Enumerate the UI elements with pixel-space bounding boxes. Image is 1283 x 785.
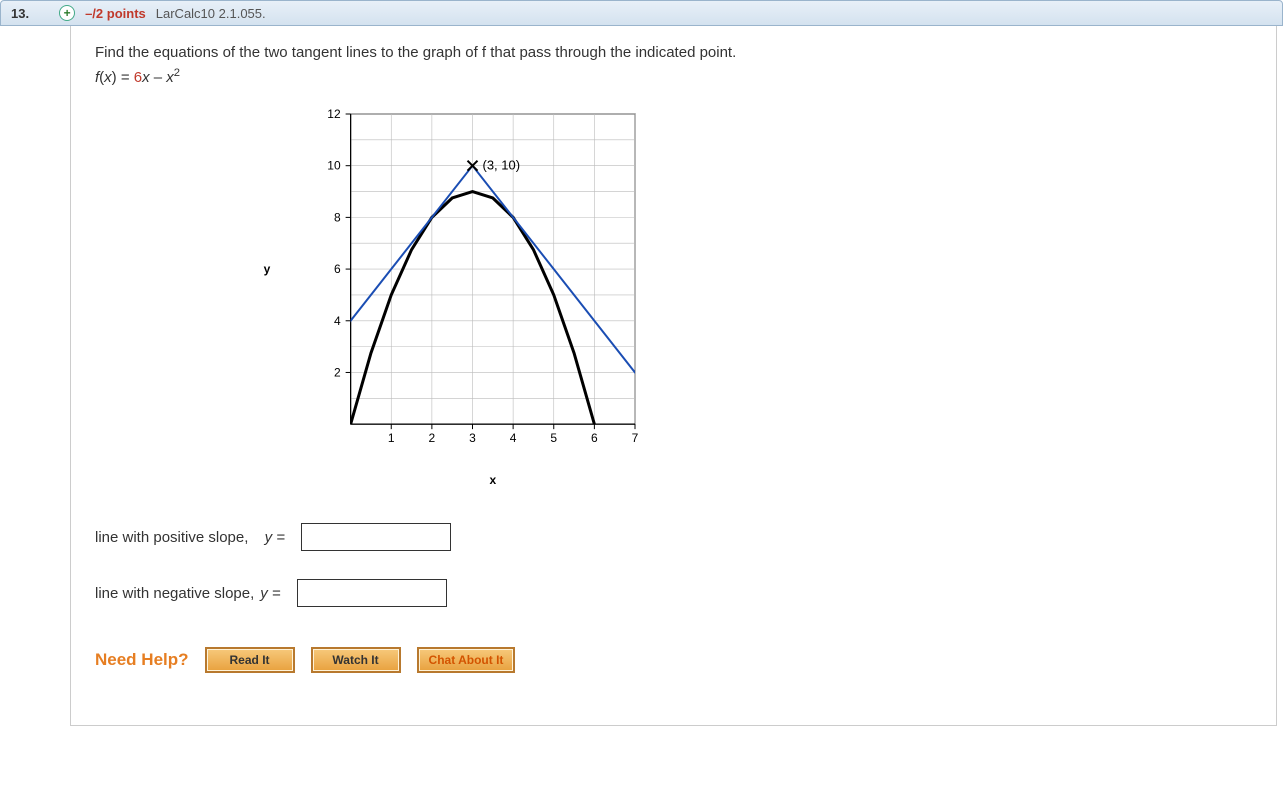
plus-icon[interactable]: + bbox=[59, 5, 75, 21]
question-number: 13. bbox=[11, 6, 29, 21]
svg-text:x: x bbox=[489, 473, 496, 487]
graph-plot: 123456724681012xy(3, 10) bbox=[255, 104, 645, 490]
svg-text:10: 10 bbox=[327, 159, 341, 173]
svg-text:12: 12 bbox=[327, 107, 341, 121]
svg-text:y: y bbox=[264, 262, 271, 276]
func-exp: 2 bbox=[174, 67, 180, 79]
help-row: Need Help? Read It Watch It Chat About I… bbox=[95, 647, 1252, 673]
svg-text:3: 3 bbox=[469, 431, 476, 445]
answer-row-negative: line with negative slope, y = bbox=[95, 579, 1252, 607]
func-f: f bbox=[95, 69, 99, 86]
y-equals-1: y = bbox=[265, 529, 285, 546]
question-header: 13. + –/2 points LarCalc10 2.1.055. bbox=[0, 0, 1283, 26]
svg-text:2: 2 bbox=[334, 365, 341, 379]
svg-text:4: 4 bbox=[334, 314, 341, 328]
negative-slope-input[interactable] bbox=[297, 579, 447, 607]
func-var1: x bbox=[142, 69, 150, 86]
svg-text:6: 6 bbox=[334, 262, 341, 276]
points-label: –/2 points bbox=[85, 6, 146, 21]
y-equals-2: y = bbox=[260, 585, 280, 602]
graph-container: 123456724681012xy(3, 10) bbox=[255, 104, 1252, 493]
instruction-text: Find the equations of the two tangent li… bbox=[95, 44, 1252, 61]
positive-slope-label: line with positive slope, bbox=[95, 529, 248, 546]
answer-row-positive: line with positive slope, y = bbox=[95, 523, 1252, 551]
svg-text:4: 4 bbox=[510, 431, 517, 445]
positive-slope-input[interactable] bbox=[301, 523, 451, 551]
svg-text:6: 6 bbox=[591, 431, 598, 445]
negative-slope-label: line with negative slope, bbox=[95, 585, 254, 602]
read-it-button[interactable]: Read It bbox=[205, 647, 295, 673]
question-reference: LarCalc10 2.1.055. bbox=[156, 6, 266, 21]
func-x: x bbox=[104, 69, 112, 86]
instruction-span: Find the equations of the two tangent li… bbox=[95, 44, 736, 61]
function-definition: f(x) = 6x – x2 bbox=[95, 67, 1252, 86]
func-var2: x bbox=[166, 69, 174, 86]
need-help-label: Need Help? bbox=[95, 650, 189, 670]
svg-text:2: 2 bbox=[429, 431, 436, 445]
chat-about-it-button[interactable]: Chat About It bbox=[417, 647, 516, 673]
svg-text:1: 1 bbox=[388, 431, 395, 445]
watch-it-button[interactable]: Watch It bbox=[311, 647, 401, 673]
func-coeff: 6 bbox=[134, 69, 142, 86]
svg-text:8: 8 bbox=[334, 210, 341, 224]
svg-text:7: 7 bbox=[632, 431, 639, 445]
question-body: Find the equations of the two tangent li… bbox=[70, 26, 1277, 726]
svg-text:(3, 10): (3, 10) bbox=[483, 158, 521, 173]
func-minus: – bbox=[150, 69, 167, 86]
svg-text:5: 5 bbox=[550, 431, 557, 445]
